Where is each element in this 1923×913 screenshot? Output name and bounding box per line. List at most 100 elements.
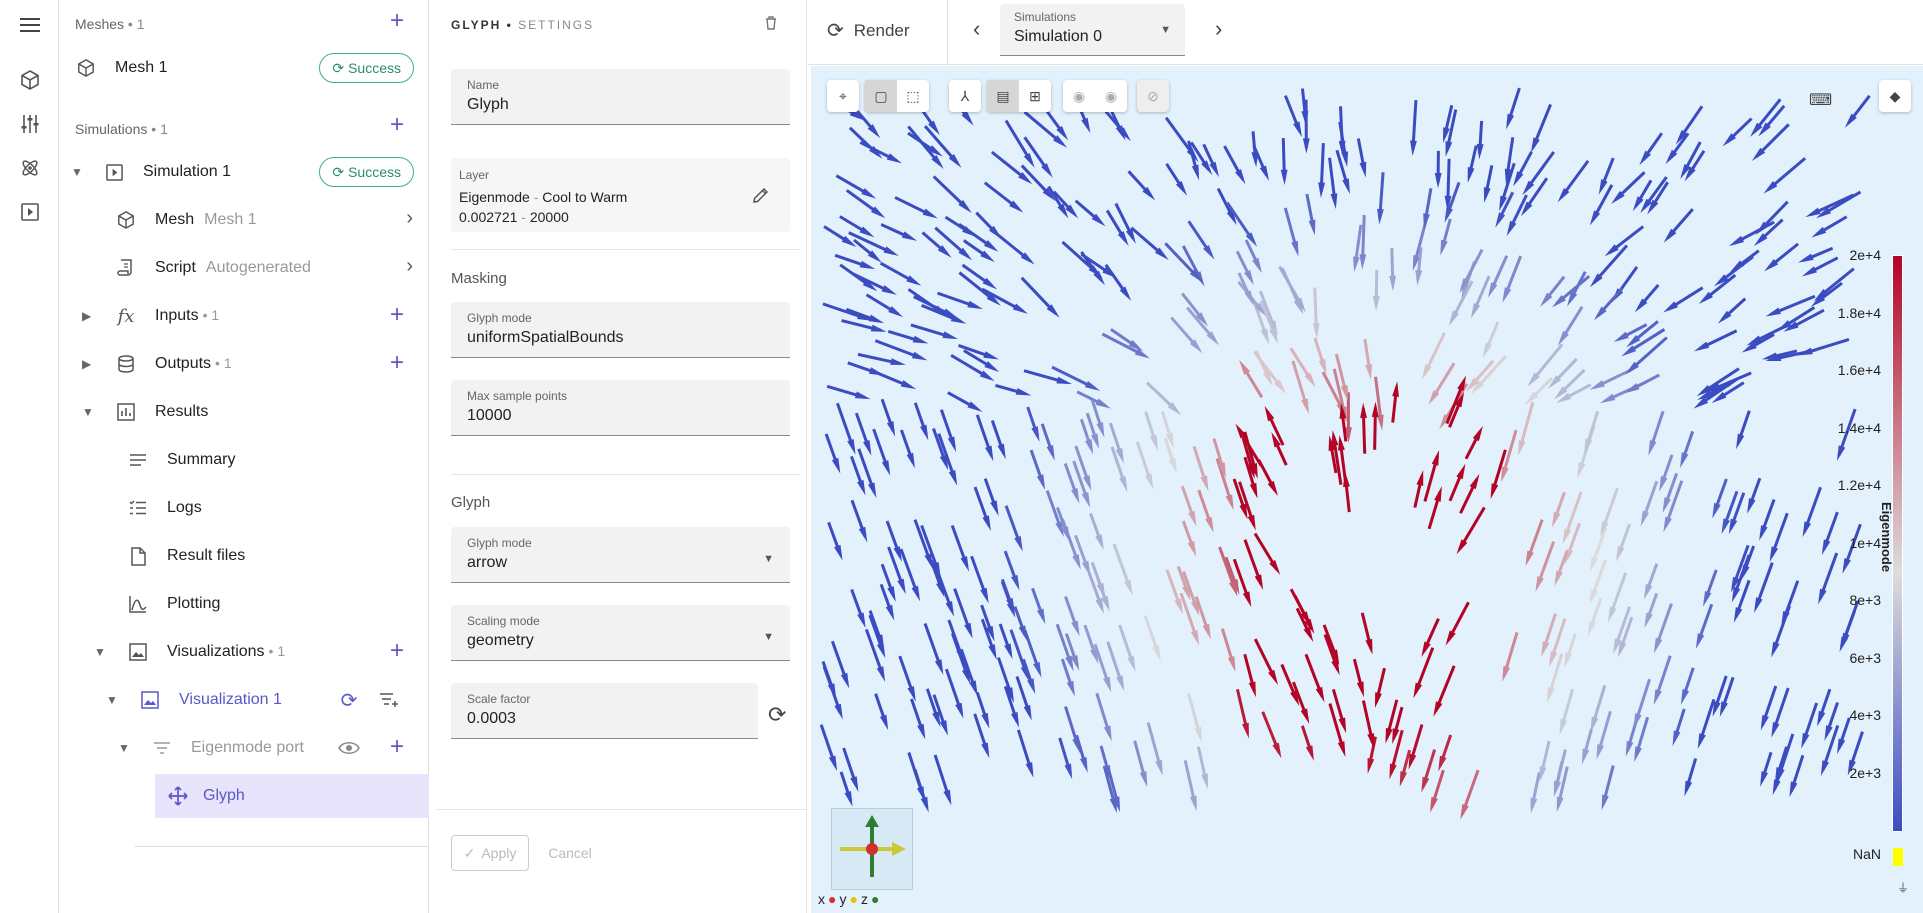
tune-sliders-icon[interactable] [19,113,41,135]
mesh-cube-icon[interactable] [19,69,41,91]
dropdown-arrow-icon: ▼ [1160,24,1171,36]
name-field[interactable]: Name Glyph [451,69,790,125]
inputs-item[interactable]: ▶ fx Inputs • 1 + [60,294,429,338]
rectangle-select-icon[interactable]: ▢ [865,80,897,112]
max-points-value[interactable]: 10000 [467,407,512,425]
expand-caret-icon[interactable]: ▶ [82,309,91,323]
refresh-icon: ⟳ [827,20,844,42]
reset-camera-icon[interactable]: ⌖ [827,80,859,112]
refresh-icon[interactable]: ⟳ [338,689,360,712]
glyph-mode-select[interactable]: Glyph mode arrow ▼ [451,527,790,583]
next-simulation-button[interactable]: › [1215,16,1222,42]
visualization-label: Visualization 1 [179,691,282,708]
database-icon [115,353,137,375]
apply-button[interactable]: ✓ Apply [451,835,529,871]
add-mesh-button[interactable]: + [387,9,407,33]
hide-icon[interactable]: ◉ [1063,80,1095,112]
reset-camera-button[interactable]: ⌖ [827,80,859,112]
colorbar-nan-label: NaN [1852,846,1881,862]
masking-mode-value[interactable]: uniformSpatialBounds [467,329,624,347]
result-files-label: Result files [167,547,246,564]
eye-icon[interactable] [338,737,360,759]
cancel-button[interactable]: Cancel [535,835,605,871]
paint-bucket-icon[interactable]: ◆ [1879,80,1911,112]
collapse-caret-icon[interactable]: ▼ [82,405,94,419]
results-item[interactable]: ▼ Results [60,390,429,434]
scale-factor-value[interactable]: 0.0003 [467,710,516,728]
results-files-item[interactable]: Result files [60,534,429,578]
simulation-mesh-item[interactable]: Mesh Mesh 1 › [60,198,429,242]
mesh-item[interactable]: Mesh 1 ⟳ Success [60,46,429,90]
visibility-toolbar: ◉ ◉ [1063,80,1127,112]
add-filter-icon[interactable] [378,689,400,711]
dropdown-arrow-icon: ▼ [763,631,774,643]
name-field-label: Name [467,78,500,92]
results-logs-item[interactable]: Logs [60,486,429,530]
refresh-icon: ⟳ [332,163,345,180]
single-view-icon[interactable]: ▤ [987,80,1019,112]
show-icon[interactable]: ◉ [1095,80,1127,112]
selection-toolbar: ▢ ⬚ [865,80,929,112]
divider [436,809,807,810]
delete-icon[interactable] [765,16,777,35]
results-summary-item[interactable]: Summary [60,438,429,482]
bar-chart-icon [115,401,137,423]
collapse-caret-icon[interactable]: ▼ [118,741,130,755]
add-visualization-button[interactable]: + [387,639,407,663]
simulation-select-value: Simulation 0 [1014,28,1103,45]
prev-simulation-button[interactable]: ‹ [973,16,980,42]
collapse-caret-icon[interactable]: ▼ [106,693,118,707]
add-glyph-button[interactable]: + [387,735,407,759]
meshes-section-title: Meshes • 1 [75,16,145,32]
play-box-icon[interactable] [19,201,41,223]
max-sample-points-field[interactable]: Max sample points 10000 [451,380,790,436]
plotting-label: Plotting [167,595,221,612]
menu-icon[interactable] [19,14,41,36]
masking-glyph-mode-field[interactable]: Glyph mode uniformSpatialBounds [451,302,790,358]
collapse-caret-icon[interactable]: ▼ [94,645,106,659]
add-input-button[interactable]: + [387,303,407,327]
glyph-mode-value: arrow [467,554,508,571]
results-plotting-item[interactable]: Plotting [60,582,429,626]
mesh-status-badge: ⟳ Success [319,53,414,83]
collapse-caret-icon[interactable]: ▼ [71,165,83,179]
scaling-mode-label: Scaling mode [467,614,540,628]
glyph-item[interactable]: Glyph [155,774,465,818]
expand-caret-icon[interactable]: ▶ [82,357,91,371]
eye-off-button[interactable]: ⊘ [1137,80,1169,112]
visualization-item[interactable]: ▼ Visualization 1 ⟳ [60,678,429,722]
colorbar-tick-label: 2e+4 [1849,247,1881,263]
visualizations-item[interactable]: ▼ Visualizations • 1 + [60,630,429,674]
add-output-button[interactable]: + [387,351,407,375]
viewport-toolbar: ⟳ Render ‹ Simulations Simulation 0 ▼ › [808,0,1923,65]
render-button[interactable]: ⟳ Render [827,18,910,43]
3d-scene[interactable]: ⌖ ▢ ⬚ ⅄ ▤ ⊞ ◉ ◉ ⊘ ⌨ ◆ 2e+4 1.8e+4 1.6e+4 1.… [811,66,1923,913]
scaling-mode-select[interactable]: Scaling mode geometry ▼ [451,605,790,661]
dashed-select-icon[interactable]: ⬚ [897,80,929,112]
scale-factor-field[interactable]: Scale factor 0.0003 [451,683,758,739]
colorbar-tick-label: 1.8e+4 [1837,304,1881,321]
name-field-value[interactable]: Glyph [467,96,509,114]
atom-icon[interactable] [19,157,41,179]
reset-refresh-icon[interactable]: ⟳ [768,702,786,728]
keyboard-icon[interactable]: ⌨ [1809,90,1832,110]
simulation-select[interactable]: Simulations Simulation 0 ▼ [1000,4,1185,56]
paint-bucket-button[interactable]: ◆ [1879,80,1911,112]
orientation-widget[interactable] [831,808,913,890]
outputs-item[interactable]: ▶ Outputs • 1 + [60,342,429,386]
axes-legend: x ● y ● z ● [818,891,880,907]
grid-view-icon[interactable]: ⊞ [1019,80,1051,112]
colorbar-tick-label: 1.6e+4 [1837,362,1881,378]
layout-toolbar: ▤ ⊞ [987,80,1051,112]
eye-off-icon[interactable]: ⊘ [1137,80,1169,112]
edit-pencil-icon[interactable] [752,186,770,209]
visualizations-label: Visualizations [167,643,265,660]
layer-label: Layer [459,168,490,182]
axes-toggle-button[interactable]: ⅄ [949,80,981,112]
add-simulation-button[interactable]: + [387,113,407,137]
simulation-item[interactable]: ▼ Simulation 1 ⟳ Success [60,150,429,194]
simulation-script-item[interactable]: Script Autogenerated › [60,246,429,290]
layer-box[interactable]: Layer Eigenmode - Cool to Warm 0.002721 … [451,158,790,232]
axes-icon[interactable]: ⅄ [949,80,981,112]
filter-item[interactable]: ▼ Eigenmode port + [60,726,429,770]
